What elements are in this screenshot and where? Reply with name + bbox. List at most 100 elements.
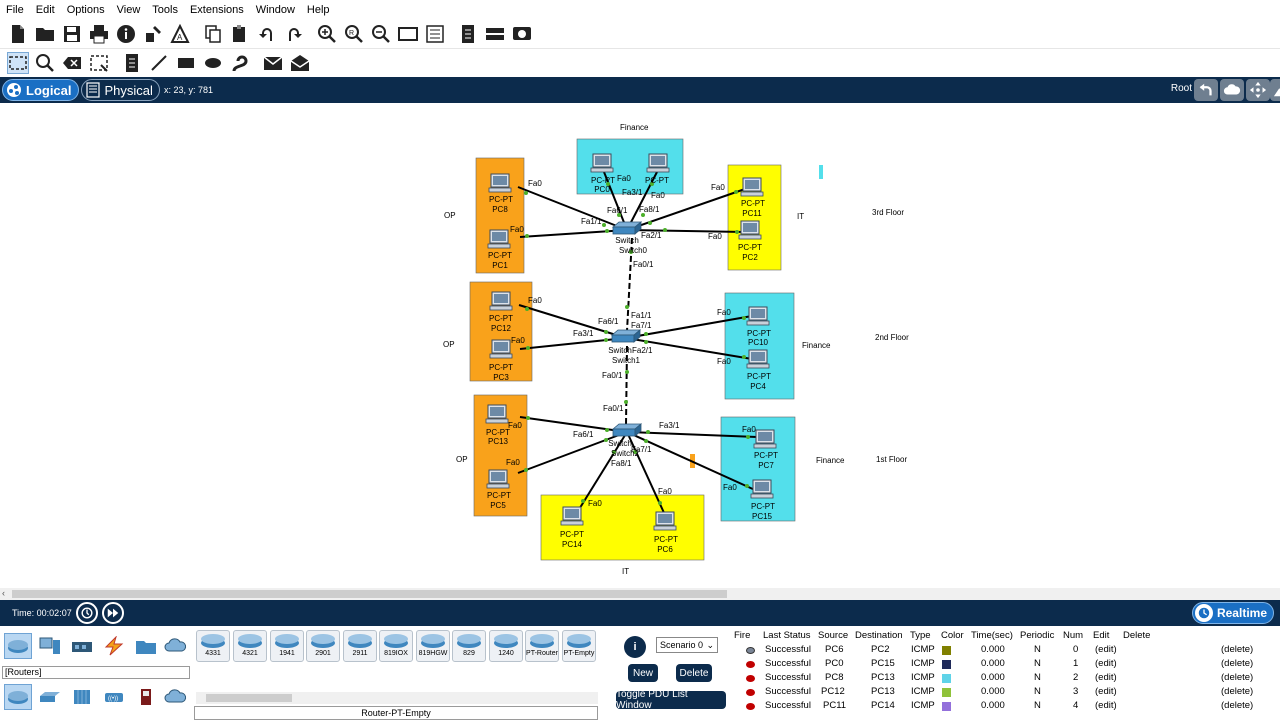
- pdu-edit-link[interactable]: (edit): [1095, 700, 1117, 711]
- pdu-edit-link[interactable]: (edit): [1095, 644, 1117, 655]
- wan-emulation-icon[interactable]: [162, 684, 190, 710]
- pc2-icon[interactable]: [738, 220, 762, 240]
- zoom-reset-icon[interactable]: R: [343, 23, 365, 45]
- reset-time-icon[interactable]: [75, 602, 98, 624]
- pc13-icon[interactable]: [485, 404, 509, 424]
- fire-icon[interactable]: [746, 703, 755, 710]
- pc11-icon[interactable]: [740, 177, 764, 197]
- connections-icon[interactable]: [100, 633, 128, 659]
- device-819hgw[interactable]: 819HGW: [416, 630, 450, 662]
- switch1-icon[interactable]: [611, 329, 641, 343]
- menu-options[interactable]: Options: [61, 0, 111, 20]
- multiuser-icon[interactable]: [162, 633, 190, 659]
- new-scenario-button[interactable]: New: [628, 664, 658, 682]
- pc8-icon[interactable]: [488, 173, 512, 193]
- tab-logical[interactable]: Logical: [2, 79, 79, 101]
- realtime-mode-button[interactable]: Realtime: [1191, 602, 1274, 624]
- fire-icon[interactable]: [746, 647, 755, 654]
- redo-icon[interactable]: [283, 23, 305, 45]
- draw-line-icon[interactable]: [148, 52, 170, 74]
- menu-help[interactable]: Help: [301, 0, 336, 20]
- device-pt-router[interactable]: PT-Router: [525, 630, 559, 662]
- pdu-delete-link[interactable]: (delete): [1221, 658, 1253, 669]
- wizard-icon[interactable]: [142, 23, 164, 45]
- device-4321[interactable]: 4321: [233, 630, 267, 662]
- device-2911[interactable]: 2911: [343, 630, 377, 662]
- components-icon[interactable]: [68, 633, 96, 659]
- select-icon[interactable]: [6, 51, 29, 74]
- pc5-icon[interactable]: [486, 469, 510, 489]
- tab-physical[interactable]: Physical: [80, 79, 160, 101]
- menu-tools[interactable]: Tools: [146, 0, 184, 20]
- zoom-out-icon[interactable]: [370, 23, 392, 45]
- cloud-icon[interactable]: [1220, 79, 1244, 101]
- menu-file[interactable]: File: [0, 0, 30, 20]
- menu-window[interactable]: Window: [250, 0, 301, 20]
- network-info-icon[interactable]: A: [169, 23, 191, 45]
- device-2901[interactable]: 2901: [306, 630, 340, 662]
- fire-icon[interactable]: [746, 661, 755, 668]
- pdu-delete-link[interactable]: (delete): [1221, 686, 1253, 697]
- menu-edit[interactable]: Edit: [30, 0, 61, 20]
- routers-icon[interactable]: [4, 684, 32, 710]
- print-icon[interactable]: [88, 23, 110, 45]
- fire-icon[interactable]: [746, 675, 755, 682]
- draw-rectangle-icon[interactable]: [175, 52, 197, 74]
- pdu-edit-link[interactable]: (edit): [1095, 658, 1117, 669]
- inspect-icon[interactable]: [34, 52, 56, 74]
- pc6-icon[interactable]: [653, 511, 677, 531]
- scenario-info-icon[interactable]: i: [624, 636, 646, 658]
- info-icon[interactable]: [115, 23, 137, 45]
- open-folder-icon[interactable]: [34, 23, 56, 45]
- pdu-delete-link[interactable]: (delete): [1221, 672, 1253, 683]
- end-devices-icon[interactable]: [36, 633, 64, 659]
- menu-extensions[interactable]: Extensions: [184, 0, 250, 20]
- wireless-icon[interactable]: ((•)): [100, 684, 128, 710]
- switches-icon[interactable]: [36, 684, 64, 710]
- device-4331[interactable]: 4331: [196, 630, 230, 662]
- area-it-1f[interactable]: [540, 494, 705, 561]
- draw-ellipse-icon[interactable]: [202, 52, 224, 74]
- logical-workspace[interactable]: Finance OP IT 3rd Floor OP Finance 2nd F…: [0, 103, 1280, 588]
- device-1240[interactable]: 1240: [489, 630, 523, 662]
- pdu-edit-link[interactable]: (edit): [1095, 686, 1117, 697]
- freeform-icon[interactable]: [229, 52, 251, 74]
- drawing-palette-icon[interactable]: [397, 23, 419, 45]
- mountain-icon[interactable]: [1270, 79, 1280, 101]
- fast-forward-icon[interactable]: [101, 602, 124, 624]
- device-list-scrollbar[interactable]: [196, 692, 598, 704]
- device-pt-empty[interactable]: PT-Empty: [562, 630, 596, 662]
- network-devices-icon[interactable]: [4, 633, 32, 659]
- custom-device-icon[interactable]: [424, 23, 446, 45]
- add-simple-pdu-icon[interactable]: [262, 52, 284, 74]
- switch0-icon[interactable]: [612, 221, 642, 235]
- device-template-icon[interactable]: [484, 23, 506, 45]
- pc3-icon[interactable]: [489, 339, 513, 359]
- pc14-icon[interactable]: [560, 506, 584, 526]
- fire-icon[interactable]: [746, 689, 755, 696]
- pc10-icon[interactable]: [746, 306, 770, 326]
- add-complex-pdu-icon[interactable]: [289, 52, 311, 74]
- scroll-thumb[interactable]: [12, 590, 727, 598]
- pdu-edit-link[interactable]: (edit): [1095, 672, 1117, 683]
- pc4-icon[interactable]: [746, 349, 770, 369]
- resize-icon[interactable]: [88, 52, 110, 74]
- scroll-thumb[interactable]: [206, 694, 292, 702]
- pdu-delete-link[interactable]: (delete): [1221, 644, 1253, 655]
- switch2-icon[interactable]: [612, 423, 642, 437]
- pdu-delete-link[interactable]: (delete): [1221, 700, 1253, 711]
- delete-scenario-button[interactable]: Delete: [676, 664, 712, 682]
- menu-view[interactable]: View: [111, 0, 147, 20]
- copy-icon[interactable]: [202, 23, 224, 45]
- ipc-icon[interactable]: [511, 23, 533, 45]
- new-file-icon[interactable]: [7, 23, 29, 45]
- scenario-dropdown[interactable]: Scenario 0 ⌄: [656, 637, 718, 653]
- hubs-icon[interactable]: [68, 684, 96, 710]
- device-819iox[interactable]: 819IOX: [379, 630, 413, 662]
- toggle-pdu-list-button[interactable]: Toggle PDU List Window: [616, 689, 726, 711]
- pc0-icon[interactable]: [590, 153, 614, 173]
- delete-icon[interactable]: [61, 52, 83, 74]
- pc7-icon[interactable]: [753, 429, 777, 449]
- device-829[interactable]: 829: [452, 630, 486, 662]
- workspace-horizontal-scrollbar[interactable]: ‹: [0, 588, 1280, 600]
